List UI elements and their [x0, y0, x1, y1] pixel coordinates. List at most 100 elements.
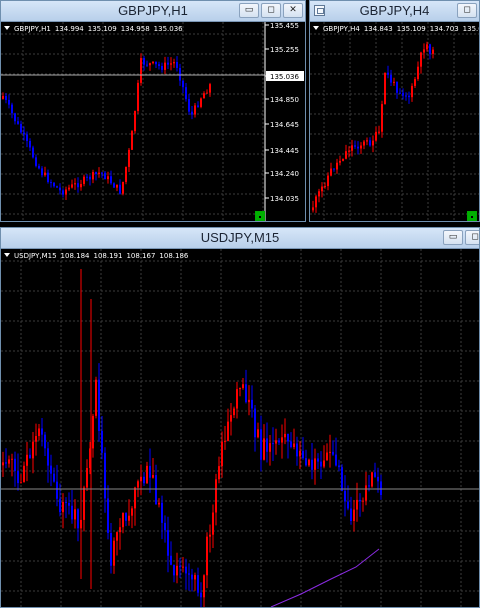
candle-body: [77, 183, 79, 188]
candle-body: [20, 482, 22, 484]
chart-area[interactable]: 135.455 135.255 135.036 134.850 134.645 134.4…: [1, 22, 305, 221]
candle-body: [336, 162, 338, 170]
minimize-button[interactable]: ▭: [443, 230, 463, 245]
candle-body: [182, 80, 184, 88]
candle-body: [377, 476, 379, 482]
candle-body: [68, 187, 70, 190]
candle-body: [405, 95, 407, 97]
candle-body: [71, 505, 73, 520]
candle-body: [387, 72, 389, 75]
candle-body: [284, 433, 286, 438]
candle-body: [426, 44, 428, 50]
candle-body: [341, 467, 343, 491]
candle-body: [65, 189, 67, 195]
candle-body: [83, 176, 85, 184]
dropdown-triangle-icon[interactable]: [313, 26, 319, 30]
candle-body: [17, 470, 19, 484]
candle-body: [374, 472, 376, 477]
candle-body: [260, 429, 262, 460]
candle-body: [200, 98, 202, 107]
candle-body: [290, 441, 292, 448]
symbol-label: GBPJPY,H4: [323, 25, 360, 33]
price-label: 134.240: [270, 170, 299, 178]
candle-body: [176, 565, 178, 576]
candle-body: [44, 172, 46, 176]
candle-body: [62, 190, 64, 195]
high-value: 135.109: [87, 25, 117, 33]
dropdown-triangle-icon[interactable]: [4, 26, 10, 30]
minimize-button[interactable]: ▭: [239, 3, 259, 18]
candle-body: [47, 172, 49, 183]
candle-body: [92, 172, 94, 180]
candle-body: [125, 166, 127, 182]
candle-body: [254, 408, 256, 438]
chart-area[interactable]: USDJPY,M15 108.184 108.191 108.167 108.186: [1, 249, 479, 607]
candle-body: [197, 105, 199, 107]
chart-area[interactable]: GBPJPY,H4134.843135.109134.703135.036: [310, 22, 479, 221]
candle-body: [173, 61, 175, 64]
candle-body: [128, 149, 130, 167]
candle-body: [41, 428, 43, 435]
candle-body: [161, 66, 163, 70]
candle-body: [32, 147, 34, 158]
window-titlebar[interactable]: GBPJPY,H1 ▭ ◻ ✕: [1, 1, 305, 22]
window-titlebar[interactable]: GBPJPY,H4 ◻: [310, 1, 479, 22]
candle-body: [170, 63, 172, 65]
candle-body: [116, 532, 118, 541]
candle-body: [329, 451, 331, 453]
candle-body: [314, 458, 316, 470]
candle-body: [2, 95, 4, 99]
candle-body: [209, 534, 211, 537]
price-chart: [1, 249, 479, 607]
candle-body: [71, 184, 73, 188]
candle-body: [158, 502, 160, 505]
candle-body: [357, 146, 359, 149]
price-label: 135.455: [270, 22, 299, 30]
restore-button[interactable]: ◻: [457, 3, 477, 18]
autoscroll-indicator-icon[interactable]: [255, 211, 265, 221]
candle-body: [351, 145, 353, 151]
window-titlebar[interactable]: USDJPY,M15 ▭ ◻: [1, 228, 479, 249]
candle-body: [251, 399, 253, 409]
candle-body: [333, 168, 335, 170]
candle-body: [56, 186, 58, 188]
candle-body: [104, 172, 106, 180]
close-button[interactable]: ✕: [283, 3, 303, 18]
candle-body: [35, 436, 37, 442]
candle-body: [339, 160, 341, 163]
candle-body: [402, 92, 404, 96]
candle-body: [140, 58, 142, 83]
chart-window-usdjpy-m15[interactable]: USDJPY,M15 ▭ ◻ USDJPY,M15 108.184 108.191 1…: [0, 227, 480, 608]
price-label: 134.850: [270, 96, 299, 104]
candle-body: [80, 183, 82, 188]
candle-body: [236, 389, 238, 409]
chart-header: GBPJPY,H4134.843135.109134.703135.036: [313, 25, 479, 33]
price-label: 134.645: [270, 121, 299, 129]
chart-window-gbpjpy-h1[interactable]: GBPJPY,H1 ▭ ◻ ✕ 135.455 135.255 135.036 134…: [0, 0, 306, 222]
candle-body: [191, 574, 193, 580]
candle-body: [146, 64, 148, 66]
candle-body: [116, 184, 118, 188]
autoscroll-indicator-icon[interactable]: [467, 211, 477, 221]
candle-body: [356, 499, 358, 510]
candle-body: [266, 438, 268, 452]
maximize-button[interactable]: ◻: [465, 230, 479, 245]
candle-body: [299, 450, 301, 457]
dropdown-triangle-icon[interactable]: [4, 253, 10, 257]
candle-body: [98, 379, 100, 431]
candle-body: [206, 536, 208, 576]
indicator-line: [270, 548, 380, 607]
high-value: 135.109: [396, 25, 426, 33]
candle-body: [269, 443, 271, 452]
candle-body: [185, 87, 187, 100]
chart-window-gbpjpy-h4[interactable]: GBPJPY,H4 ◻ GBPJPY,H4 134.843 135.109 134.7…: [309, 0, 480, 222]
candle-body: [390, 74, 392, 83]
candle-body: [239, 387, 241, 390]
candle-body: [305, 458, 307, 466]
candle-body: [369, 140, 371, 146]
maximize-button[interactable]: ◻: [261, 3, 281, 18]
candle-body: [74, 509, 76, 520]
candle-body: [318, 191, 320, 197]
candle-body: [272, 443, 274, 445]
candle-body: [366, 140, 368, 142]
